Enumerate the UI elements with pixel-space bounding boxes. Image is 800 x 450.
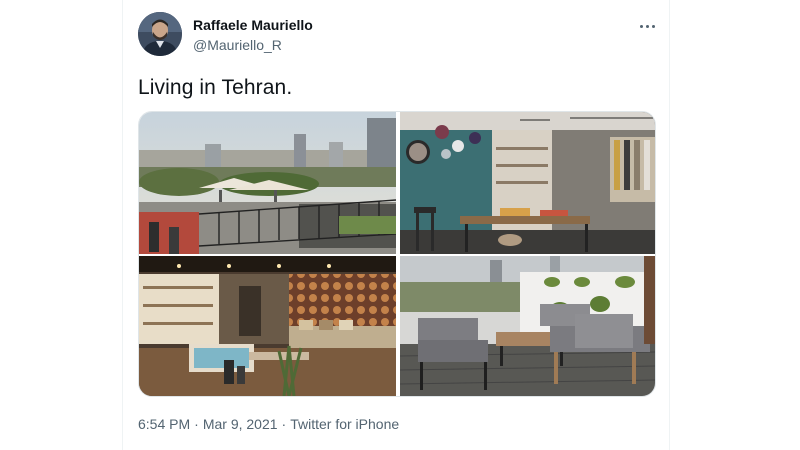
tweet-photo-2[interactable]	[400, 112, 655, 254]
tweet-photo-1[interactable]	[139, 112, 396, 254]
tweet-text: Living in Tehran.	[138, 76, 293, 99]
meta-separator: ·	[194, 416, 199, 432]
more-options-button[interactable]	[630, 14, 664, 38]
avatar-image	[138, 12, 182, 56]
tweet-card: Raffaele Mauriello @Mauriello_R Living i…	[122, 0, 670, 450]
tweet-media-grid	[138, 111, 656, 397]
more-horizontal-icon	[638, 24, 656, 28]
author-handle[interactable]: @Mauriello_R	[193, 37, 282, 53]
tweet-date[interactable]: Mar 9, 2021	[203, 416, 278, 432]
meta-separator: ·	[281, 416, 287, 432]
tweet-time[interactable]: 6:54 PM	[138, 416, 190, 432]
tweet-source[interactable]: Twitter for iPhone	[290, 416, 399, 432]
tweet-photo-4[interactable]	[400, 256, 655, 396]
author-display-name[interactable]: Raffaele Mauriello	[193, 17, 313, 33]
tweet-photo-3[interactable]	[139, 256, 396, 396]
tweet-metadata: 6:54 PM · Mar 9, 2021 · Twitter for iPhone	[138, 416, 399, 432]
avatar[interactable]	[138, 12, 182, 56]
